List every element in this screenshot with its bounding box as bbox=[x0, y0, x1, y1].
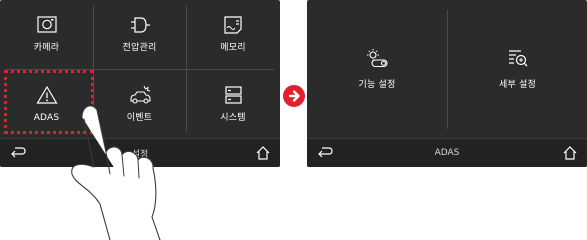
memory-card-icon bbox=[224, 16, 242, 34]
menu-item-label: 카메라 bbox=[33, 43, 60, 53]
pointing-hand-icon bbox=[71, 105, 161, 240]
menu-item-power[interactable]: 전압관리 bbox=[93, 0, 186, 69]
next-arrow-icon bbox=[282, 84, 306, 108]
home-icon[interactable] bbox=[562, 145, 578, 161]
menu-item-label: 시스템 bbox=[220, 113, 246, 123]
menu-item-detail-settings[interactable]: 세부 설정 bbox=[448, 0, 587, 139]
menu-item-label: 세부 설정 bbox=[499, 80, 536, 90]
menu-item-camera[interactable]: 카메라 bbox=[0, 0, 93, 69]
detail-search-icon bbox=[508, 50, 527, 67]
camera-icon bbox=[36, 16, 57, 33]
function-toggle-icon bbox=[367, 49, 388, 68]
adas-menu-screen: 기능 설정 세부 설정 ADAS bbox=[307, 0, 587, 167]
power-plug-icon bbox=[130, 17, 150, 33]
server-system-icon bbox=[225, 86, 242, 104]
menu-item-label: 메모리 bbox=[220, 43, 246, 53]
menu-item-function-settings[interactable]: 기능 설정 bbox=[307, 0, 447, 139]
bottom-bar: ADAS bbox=[307, 138, 587, 167]
home-icon[interactable] bbox=[255, 145, 271, 161]
menu-item-memory[interactable]: 메모리 bbox=[186, 0, 280, 69]
adas-menu-grid: 기능 설정 세부 설정 bbox=[307, 0, 587, 139]
menu-item-label: 전압관리 bbox=[122, 43, 157, 53]
screen-title: ADAS bbox=[434, 148, 460, 158]
menu-item-label: 기능 설정 bbox=[358, 80, 396, 90]
